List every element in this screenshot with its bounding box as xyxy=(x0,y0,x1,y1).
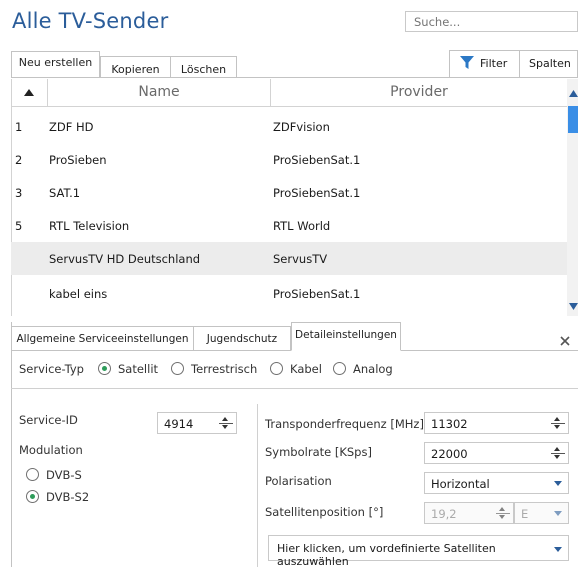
table-row[interactable]: 3 SAT.1 ProSiebenSat.1 xyxy=(11,176,567,209)
polarisation-value: Horizontal xyxy=(431,477,490,491)
table-row[interactable]: kabel eins ProSiebenSat.1 xyxy=(11,277,567,310)
table-row-selected[interactable]: ServusTV HD Deutschland ServusTV xyxy=(11,242,567,275)
radio-cable[interactable] xyxy=(270,362,283,375)
satellite-direction-value: E xyxy=(521,507,529,521)
tab-parental-control[interactable]: Jugendschutz xyxy=(194,326,291,351)
radio-cable-label: Kabel xyxy=(290,362,322,376)
modulation-label: Modulation xyxy=(19,443,83,457)
column-header-provider[interactable]: Provider xyxy=(271,79,567,107)
tab-general-service-settings[interactable]: Allgemeine Serviceeinstellungen xyxy=(11,326,194,351)
panel-border xyxy=(11,322,12,567)
table-row[interactable]: 5 RTL Television RTL World xyxy=(11,209,567,242)
polarisation-label: Polarisation xyxy=(265,474,332,488)
scrollbar-thumb[interactable] xyxy=(568,106,578,133)
predefined-satellites-label: Hier klicken, um vordefinierte Satellite… xyxy=(277,542,496,568)
row-number: 5 xyxy=(15,219,23,233)
service-type-label: Service-Typ xyxy=(19,362,84,376)
table-row[interactable]: 2 ProSieben ProSiebenSat.1 xyxy=(11,143,567,176)
polarisation-select[interactable]: Horizontal xyxy=(424,472,569,494)
table-row[interactable]: 1 ZDF HD ZDFvision xyxy=(11,110,567,143)
column-divider xyxy=(257,404,258,567)
scroll-down-icon[interactable] xyxy=(569,303,578,310)
copy-button[interactable]: Kopieren xyxy=(100,56,171,78)
transponder-frequency-label: Transponderfrequenz [MHz] xyxy=(265,417,424,431)
sort-ascending-icon xyxy=(24,89,34,96)
radio-dvb-s2[interactable] xyxy=(26,490,39,503)
filter-label: Filter xyxy=(480,57,508,70)
row-number: 3 xyxy=(15,186,23,200)
chevron-down-icon xyxy=(549,539,567,559)
satellite-position-field[interactable]: 19,2 xyxy=(424,502,514,524)
radio-satellite[interactable] xyxy=(98,362,111,375)
row-provider: ServusTV xyxy=(273,252,328,266)
radio-terrestrial-label: Terrestrisch xyxy=(191,362,258,376)
row-name: ServusTV HD Deutschland xyxy=(49,252,201,266)
delete-button[interactable]: Löschen xyxy=(171,56,237,78)
transponder-frequency-stepper[interactable] xyxy=(549,413,567,433)
symbolrate-field[interactable]: 22000 xyxy=(424,442,569,464)
filter-icon xyxy=(460,56,474,69)
row-number: 1 xyxy=(15,120,23,134)
row-number: 2 xyxy=(15,153,23,167)
page-title: Alle TV-Sender xyxy=(12,9,169,33)
service-id-stepper[interactable] xyxy=(217,413,235,433)
row-provider: ProSiebenSat.1 xyxy=(273,186,361,200)
symbolrate-value: 22000 xyxy=(431,447,468,461)
service-id-value: 4914 xyxy=(164,417,194,431)
transponder-frequency-value: 11302 xyxy=(431,417,468,431)
service-id-field[interactable]: 4914 xyxy=(157,412,237,434)
columns-button[interactable]: Spalten xyxy=(520,50,578,77)
radio-dvb-s2-label: DVB-S2 xyxy=(46,490,90,504)
transponder-frequency-field[interactable]: 11302 xyxy=(424,412,569,434)
radio-analog[interactable] xyxy=(333,362,346,375)
radio-analog-label: Analog xyxy=(353,362,393,376)
service-id-label: Service-ID xyxy=(19,413,78,427)
chevron-down-icon xyxy=(549,473,567,493)
satellite-direction-select[interactable]: E xyxy=(514,502,569,524)
radio-dvb-s-label: DVB-S xyxy=(46,468,82,482)
radio-satellite-label: Satellit xyxy=(118,362,159,376)
chevron-down-icon xyxy=(549,503,567,523)
row-provider: ZDFvision xyxy=(273,120,330,134)
section-divider xyxy=(11,388,578,389)
satellite-position-value: 19,2 xyxy=(431,507,457,521)
predefined-satellites-select[interactable]: Hier klicken, um vordefinierte Satellite… xyxy=(268,535,569,568)
row-name: RTL Television xyxy=(49,219,130,233)
radio-dvb-s[interactable] xyxy=(26,468,39,481)
scroll-up-icon[interactable] xyxy=(569,90,578,97)
row-name: kabel eins xyxy=(49,287,108,301)
filter-button[interactable]: Filter xyxy=(449,50,520,77)
symbolrate-label: Symbolrate [KSps] xyxy=(265,445,372,459)
toolbar-divider xyxy=(11,77,578,78)
close-icon[interactable] xyxy=(560,336,570,346)
tab-detail-settings[interactable]: Detaileinstellungen xyxy=(291,322,401,351)
row-name: ZDF HD xyxy=(49,120,94,134)
sort-column-header[interactable] xyxy=(11,79,48,107)
satellite-position-stepper[interactable] xyxy=(494,503,512,523)
column-header-name[interactable]: Name xyxy=(48,79,271,107)
row-provider: RTL World xyxy=(273,219,331,233)
row-name: SAT.1 xyxy=(49,186,81,200)
columns-label: Spalten xyxy=(529,57,571,70)
row-provider: ProSiebenSat.1 xyxy=(273,287,361,301)
radio-terrestrial[interactable] xyxy=(171,362,184,375)
row-provider: ProSiebenSat.1 xyxy=(273,153,361,167)
table-header: Name Provider xyxy=(11,79,567,107)
symbolrate-stepper[interactable] xyxy=(549,443,567,463)
new-button[interactable]: Neu erstellen xyxy=(11,51,100,78)
row-name: ProSieben xyxy=(49,153,107,167)
search-input[interactable] xyxy=(405,11,578,32)
satellite-position-label: Satellitenposition [°] xyxy=(265,505,384,519)
